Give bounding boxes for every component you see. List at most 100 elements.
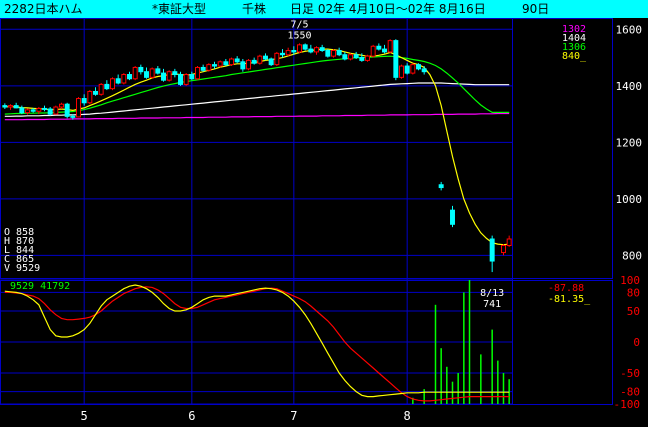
candle-up bbox=[285, 50, 291, 56]
candle-down bbox=[115, 78, 121, 84]
candle-up bbox=[399, 65, 404, 78]
candle-down bbox=[234, 58, 240, 63]
annotation-date: 8/13 bbox=[480, 288, 504, 299]
candle-down bbox=[42, 107, 47, 110]
candle-down bbox=[280, 52, 285, 56]
candle-down bbox=[223, 61, 229, 66]
month-tick-label: 6 bbox=[188, 409, 195, 423]
candle-up bbox=[506, 238, 512, 246]
candle-down bbox=[404, 65, 410, 74]
candle-up bbox=[59, 103, 64, 108]
candle-down bbox=[172, 71, 178, 76]
candle-up bbox=[121, 74, 127, 84]
oscillator-tick-label: 50 bbox=[627, 305, 640, 318]
candle-up bbox=[331, 50, 336, 57]
candle-down bbox=[251, 59, 257, 64]
candle-down bbox=[64, 103, 70, 117]
candle-down bbox=[376, 45, 382, 50]
ma-short-line bbox=[4, 48, 510, 246]
candle-down bbox=[93, 90, 98, 95]
candle-up bbox=[87, 90, 93, 104]
chart-canvas: 800 1000 1200 1400 1600 10080 50 0 -50 -80-100 5 6 7… bbox=[0, 18, 643, 423]
candle-up bbox=[206, 64, 212, 71]
candle-down bbox=[47, 108, 53, 115]
candle-down bbox=[353, 54, 359, 59]
candle-down bbox=[178, 74, 183, 85]
candle-down bbox=[302, 44, 308, 50]
candle-down bbox=[342, 54, 348, 60]
oscillator-yellow-line bbox=[4, 284, 510, 398]
candle-up bbox=[297, 44, 302, 53]
price-tick-label: 1400 bbox=[616, 80, 643, 93]
annotation-value: 1550 bbox=[287, 30, 311, 41]
candle-down bbox=[19, 107, 25, 114]
candle-down bbox=[319, 47, 325, 51]
month-tick-label: 5 bbox=[81, 409, 88, 423]
candle-up bbox=[410, 64, 416, 74]
price-tick-label: 1000 bbox=[616, 193, 643, 206]
candle-up bbox=[166, 71, 172, 81]
oscillator-tick-label: 100 bbox=[620, 274, 640, 287]
candle-up bbox=[217, 61, 223, 67]
candle-up bbox=[8, 105, 13, 108]
candle-down bbox=[70, 115, 76, 118]
annotation-date: 7/5 bbox=[290, 19, 308, 30]
candle-up bbox=[36, 107, 42, 112]
candle-down bbox=[336, 50, 342, 56]
candle-up bbox=[98, 83, 104, 95]
oscillator-tick-label: -80 bbox=[620, 386, 640, 399]
candle-down bbox=[212, 64, 217, 67]
oscillator-legend-yellow: -81.35_ bbox=[548, 294, 591, 305]
candle-up bbox=[149, 68, 155, 78]
oscillator-tick-label: -100 bbox=[614, 398, 641, 411]
candle-down bbox=[30, 109, 36, 112]
candle-up bbox=[25, 109, 30, 114]
candle-down bbox=[155, 68, 161, 74]
candle-down bbox=[263, 55, 268, 60]
candle-up bbox=[195, 66, 200, 80]
candle-up bbox=[53, 106, 59, 115]
candle-down bbox=[81, 98, 87, 104]
candle-down bbox=[13, 105, 19, 109]
candle-up bbox=[246, 59, 251, 70]
month-tick-label: 8 bbox=[404, 409, 411, 423]
candle-up bbox=[370, 45, 376, 57]
candle-down bbox=[489, 238, 495, 262]
candle-down bbox=[127, 74, 132, 80]
candle-down bbox=[104, 83, 110, 90]
oscillator-red-line bbox=[4, 286, 510, 402]
candle-down bbox=[144, 71, 149, 78]
month-tick-label: 7 bbox=[290, 409, 297, 423]
candle-down bbox=[308, 48, 314, 53]
oscillator-tick-label: 80 bbox=[627, 286, 640, 299]
price-panel-frame bbox=[0, 18, 613, 279]
candle-down bbox=[2, 105, 8, 108]
candle-down bbox=[240, 61, 246, 70]
price-tick-label: 800 bbox=[622, 249, 642, 262]
candle-down bbox=[359, 57, 365, 61]
candle-down bbox=[268, 58, 274, 66]
candle-down bbox=[189, 74, 195, 80]
candle-up bbox=[348, 54, 353, 60]
candle-up bbox=[314, 47, 319, 53]
candle-down bbox=[421, 68, 427, 73]
candle-up bbox=[387, 40, 393, 53]
candle-up bbox=[132, 66, 138, 80]
candle-down bbox=[450, 209, 455, 225]
candle-down bbox=[291, 50, 297, 53]
candle-up bbox=[183, 74, 189, 85]
candle-up bbox=[229, 58, 234, 66]
candle-up bbox=[274, 52, 280, 66]
annotation-value: 741 bbox=[483, 299, 501, 310]
candle-up bbox=[76, 98, 81, 118]
candle-up bbox=[257, 55, 263, 64]
oscillator-legend-red: -87.88 bbox=[548, 283, 584, 294]
oscillator-tick-label: -50 bbox=[620, 367, 640, 380]
candle-down bbox=[161, 72, 166, 81]
candle-down bbox=[200, 66, 206, 71]
candle-down bbox=[416, 64, 421, 70]
candle-up bbox=[365, 55, 370, 61]
candle-down bbox=[382, 48, 387, 53]
candle-down bbox=[138, 66, 144, 73]
candle-up bbox=[501, 245, 506, 254]
